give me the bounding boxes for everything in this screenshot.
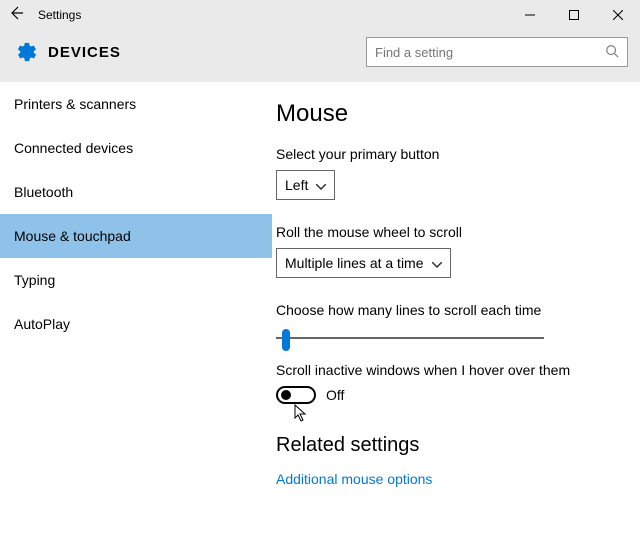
dropdown-value: Left bbox=[285, 177, 308, 193]
close-icon bbox=[613, 10, 623, 20]
slider-track bbox=[276, 337, 544, 339]
toggle-knob bbox=[281, 390, 291, 400]
sidebar-item-label: Typing bbox=[14, 272, 55, 288]
lines-slider[interactable] bbox=[276, 326, 544, 350]
sidebar-item-typing[interactable]: Typing bbox=[0, 258, 272, 302]
hover-label: Scroll inactive windows when I hover ove… bbox=[276, 362, 620, 378]
close-button[interactable] bbox=[596, 0, 640, 30]
chevron-down-icon bbox=[316, 177, 326, 193]
wheel-label: Roll the mouse wheel to scroll bbox=[276, 224, 620, 240]
sidebar-item-printers[interactable]: Printers & scanners bbox=[0, 82, 272, 126]
sidebar-item-label: Bluetooth bbox=[14, 184, 73, 200]
toggle-track bbox=[276, 386, 316, 404]
content: Mouse Select your primary button Left Ro… bbox=[272, 82, 640, 544]
lines-label: Choose how many lines to scroll each tim… bbox=[276, 302, 620, 318]
primary-button-dropdown[interactable]: Left bbox=[276, 170, 335, 200]
minimize-button[interactable] bbox=[508, 0, 552, 30]
wheel-dropdown[interactable]: Multiple lines at a time bbox=[276, 248, 451, 278]
search-box[interactable] bbox=[366, 37, 628, 67]
sidebar-item-connected-devices[interactable]: Connected devices bbox=[0, 126, 272, 170]
arrow-left-icon bbox=[8, 5, 24, 21]
cursor-icon bbox=[294, 404, 310, 424]
hover-toggle[interactable]: Off bbox=[276, 386, 620, 404]
search-input[interactable] bbox=[375, 45, 605, 60]
maximize-button[interactable] bbox=[552, 0, 596, 30]
window-title: Settings bbox=[38, 8, 81, 22]
primary-button-label: Select your primary button bbox=[276, 146, 620, 162]
sidebar-item-mouse-touchpad[interactable]: Mouse & touchpad bbox=[0, 214, 272, 258]
dropdown-value: Multiple lines at a time bbox=[285, 255, 424, 271]
section-title: DEVICES bbox=[48, 44, 121, 61]
maximize-icon bbox=[569, 10, 579, 20]
sidebar-item-autoplay[interactable]: AutoPlay bbox=[0, 302, 272, 346]
sidebar-item-label: AutoPlay bbox=[14, 316, 70, 332]
minimize-icon bbox=[525, 10, 535, 20]
additional-mouse-options-link[interactable]: Additional mouse options bbox=[276, 471, 620, 487]
back-button[interactable] bbox=[0, 5, 32, 25]
page-title: Mouse bbox=[276, 100, 620, 128]
sidebar-item-label: Mouse & touchpad bbox=[14, 228, 131, 244]
toggle-state: Off bbox=[326, 387, 344, 403]
chevron-down-icon bbox=[432, 255, 442, 271]
header: DEVICES bbox=[0, 30, 640, 82]
related-heading: Related settings bbox=[276, 434, 620, 457]
gear-icon bbox=[16, 41, 38, 63]
sidebar: Printers & scanners Connected devices Bl… bbox=[0, 82, 272, 544]
titlebar: Settings bbox=[0, 0, 640, 30]
search-icon bbox=[605, 44, 619, 61]
sidebar-item-label: Connected devices bbox=[14, 140, 133, 156]
slider-thumb[interactable] bbox=[282, 329, 290, 351]
sidebar-item-bluetooth[interactable]: Bluetooth bbox=[0, 170, 272, 214]
sidebar-item-label: Printers & scanners bbox=[14, 96, 136, 112]
